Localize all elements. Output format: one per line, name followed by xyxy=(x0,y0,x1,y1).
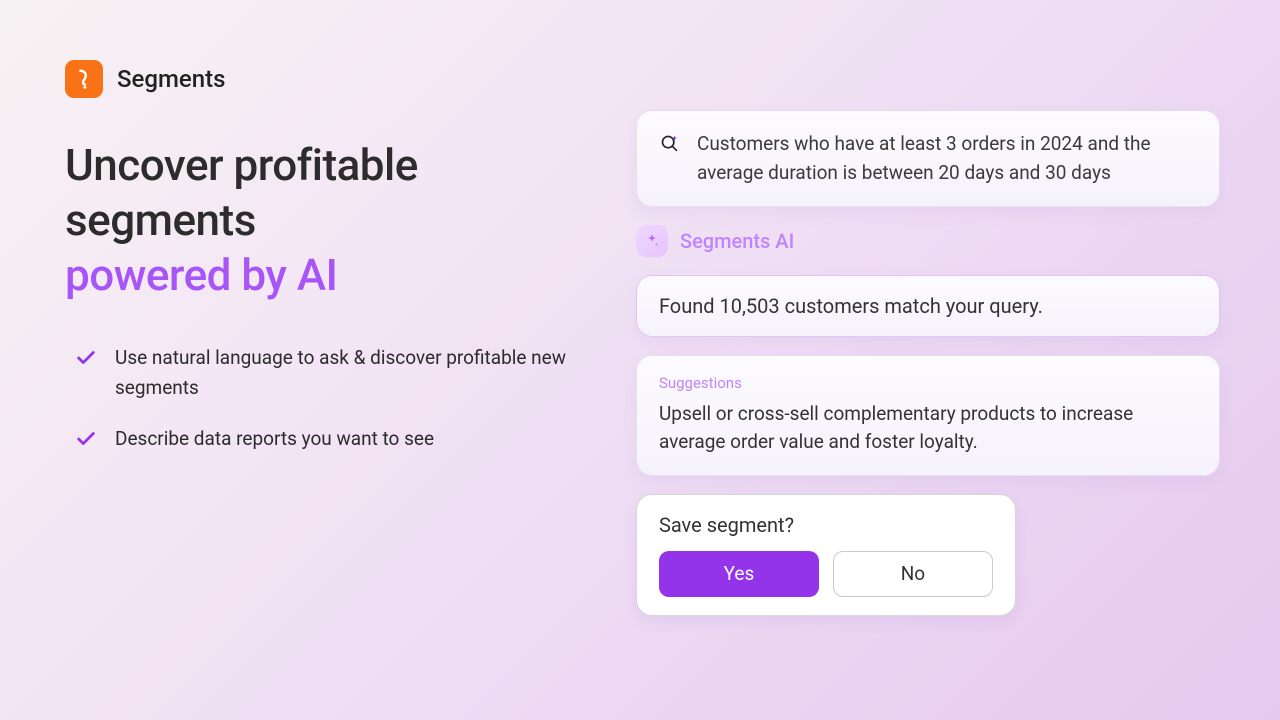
save-title: Save segment? xyxy=(659,513,993,537)
ai-label-row: Segments AI xyxy=(636,225,1220,257)
list-item: Describe data reports you want to see xyxy=(75,424,596,454)
headline-line-2: powered by AI xyxy=(65,248,596,303)
yes-button[interactable]: Yes xyxy=(659,551,819,597)
bullet-text: Describe data reports you want to see xyxy=(115,424,434,454)
yes-button-label: Yes xyxy=(724,562,755,585)
no-button-label: No xyxy=(901,562,925,585)
ai-label: Segments AI xyxy=(680,229,794,253)
suggestions-title: Suggestions xyxy=(659,374,1197,392)
bullet-text: Use natural language to ask & discover p… xyxy=(115,343,596,404)
suggestions-body: Upsell or cross-sell complementary produ… xyxy=(659,400,1197,457)
brand-logo-icon xyxy=(65,60,103,98)
page-headline: Uncover profitable segments powered by A… xyxy=(65,138,596,303)
no-button[interactable]: No xyxy=(833,551,993,597)
result-card: Found 10,503 customers match your query. xyxy=(636,275,1220,337)
result-text: Found 10,503 customers match your query. xyxy=(659,294,1043,318)
list-item: Use natural language to ask & discover p… xyxy=(75,343,596,404)
headline-line-1: Uncover profitable segments xyxy=(65,139,418,246)
save-segment-card: Save segment? Yes No xyxy=(636,494,1016,616)
brand-row: Segments xyxy=(65,60,596,98)
query-card: Customers who have at least 3 orders in … xyxy=(636,110,1220,207)
check-icon xyxy=(75,347,97,369)
feature-list: Use natural language to ask & discover p… xyxy=(65,343,596,454)
sparkles-icon xyxy=(636,225,668,257)
check-icon xyxy=(75,428,97,450)
sparkle-search-icon xyxy=(659,132,681,154)
query-text: Customers who have at least 3 orders in … xyxy=(697,129,1197,188)
brand-name: Segments xyxy=(117,65,225,93)
suggestions-card: Suggestions Upsell or cross-sell complem… xyxy=(636,355,1220,476)
